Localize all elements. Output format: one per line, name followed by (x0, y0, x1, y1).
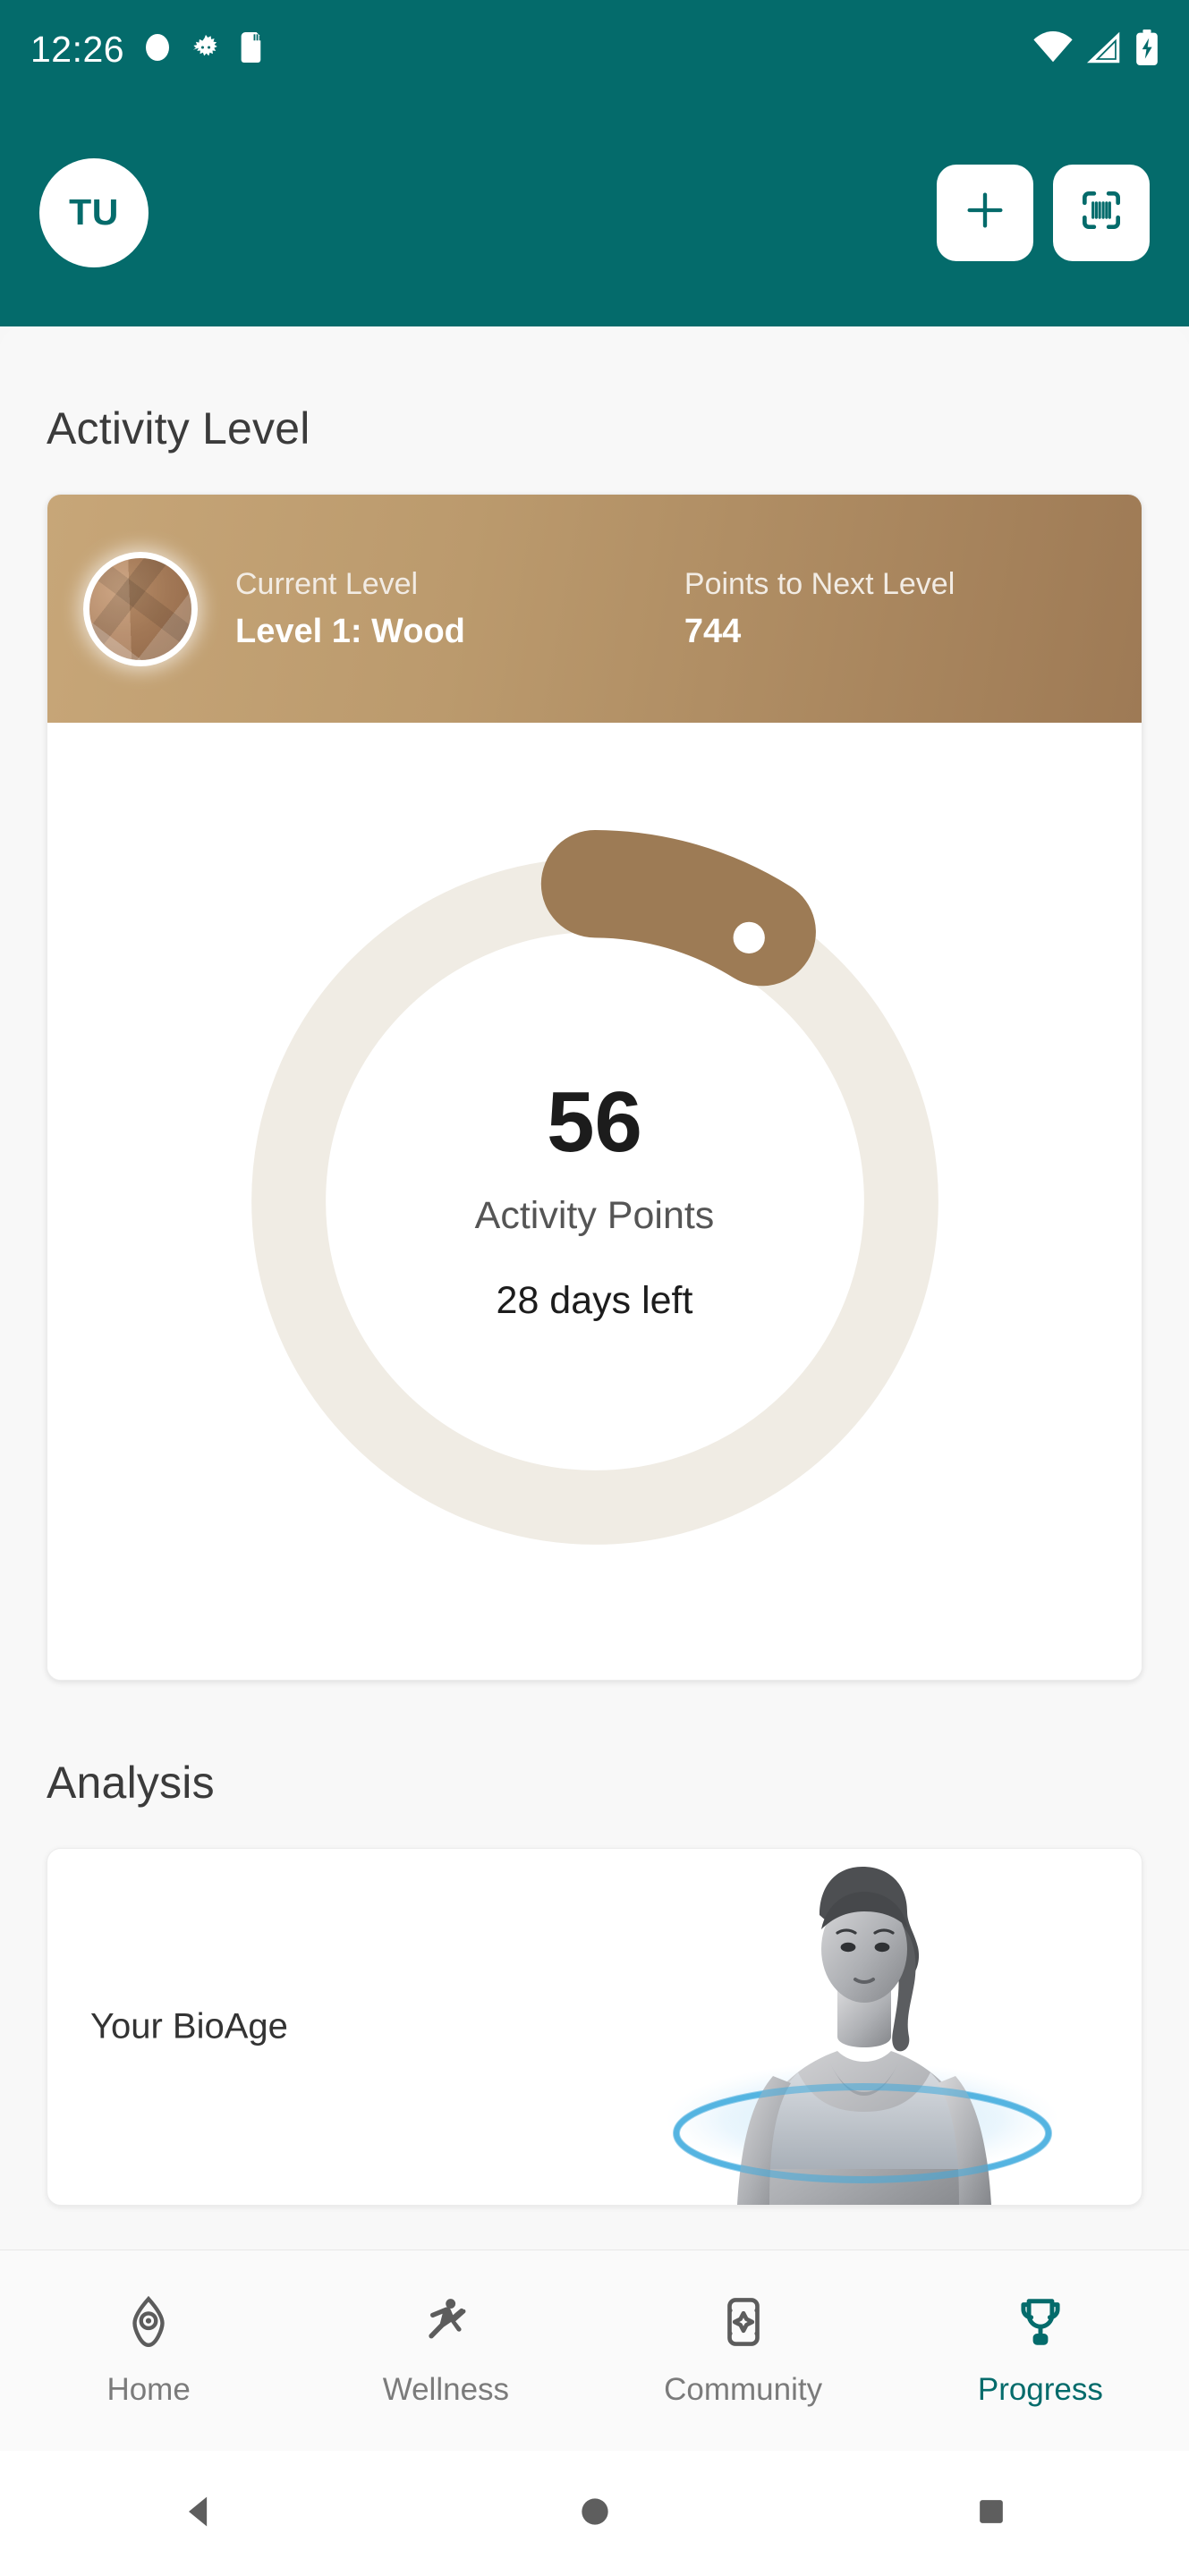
plus-icon (962, 187, 1008, 238)
activity-points-unit: Activity Points (474, 1194, 715, 1237)
nav-item-progress[interactable]: Progress (892, 2294, 1189, 2408)
current-level-value: Level 1: Wood (235, 612, 465, 650)
home-eye-icon (121, 2294, 176, 2354)
nav-item-wellness[interactable]: Wellness (297, 2294, 594, 2408)
bioage-card[interactable]: Your BioAge (47, 1848, 1142, 2206)
nav-label-wellness: Wellness (382, 2371, 510, 2407)
trophy-icon (1013, 2294, 1068, 2354)
nav-item-community[interactable]: Community (595, 2294, 892, 2408)
wifi-icon (1033, 30, 1073, 68)
running-icon (418, 2294, 473, 2354)
bioage-figure-image (633, 1849, 1099, 2205)
recents-square-icon[interactable] (972, 2492, 1011, 2536)
sheet-inner: Activity Level Current Level Level 1: Wo… (0, 326, 1189, 2206)
nav-label-community: Community (664, 2371, 823, 2407)
status-bar-left: 12:26 (30, 29, 264, 71)
bioage-label: Your BioAge (90, 2006, 288, 2046)
app-screen: 12:26 TU Activity Level Current Level Le… (0, 0, 1189, 2576)
app-bar: TU (0, 98, 1189, 326)
content-sheet: Activity Level Current Level Level 1: Wo… (0, 326, 1189, 2576)
battery-charging-icon (1135, 29, 1159, 70)
add-button[interactable] (937, 164, 1033, 261)
avatar-initials: TU (69, 191, 119, 233)
days-left-text: 28 days left (496, 1279, 693, 1322)
points-next-label: Points to Next Level (684, 566, 955, 601)
ring-center-content: 56 Activity Points 28 days left (224, 830, 966, 1572)
page-title: Activity Level (47, 403, 310, 453)
scan-barcode-button[interactable] (1053, 164, 1150, 261)
android-navigation-bar (0, 2451, 1189, 2576)
cellular-signal-icon (1087, 31, 1121, 68)
nav-item-home[interactable]: Home (0, 2294, 297, 2408)
analysis-title: Analysis (47, 1758, 215, 1808)
bottom-navigation: Home Wellness Community Progress (0, 2250, 1189, 2451)
activity-progress-ring: 56 Activity Points 28 days left (224, 830, 966, 1572)
level-banner: Current Level Level 1: Wood Points to Ne… (47, 495, 1142, 723)
status-bar-right (1033, 29, 1159, 70)
circle-icon (144, 32, 171, 67)
status-clock: 12:26 (30, 28, 125, 70)
activity-points-value: 56 (547, 1074, 642, 1170)
avatar[interactable]: TU (39, 157, 149, 267)
app-bar-actions (937, 164, 1150, 261)
barcode-scan-icon (1076, 185, 1126, 240)
nav-label-progress: Progress (977, 2371, 1103, 2407)
activity-level-card[interactable]: Current Level Level 1: Wood Points to Ne… (47, 494, 1142, 1681)
home-circle-icon[interactable] (575, 2492, 615, 2536)
points-next-block: Points to Next Level 744 (684, 567, 955, 651)
nav-label-home: Home (106, 2371, 191, 2407)
bug-icon (191, 32, 221, 67)
level-stats: Current Level Level 1: Wood Points to Ne… (198, 567, 1106, 651)
current-level-block: Current Level Level 1: Wood (235, 567, 465, 651)
back-triangle-icon[interactable] (179, 2492, 218, 2536)
current-level-label: Current Level (235, 566, 419, 601)
status-bar: 12:26 (0, 0, 1189, 98)
sdcard-icon (241, 31, 264, 67)
points-next-value: 744 (684, 612, 742, 650)
level-gem-icon (83, 551, 198, 666)
community-icon (716, 2294, 771, 2354)
activity-ring-area: 56 Activity Points 28 days left (47, 723, 1142, 1680)
